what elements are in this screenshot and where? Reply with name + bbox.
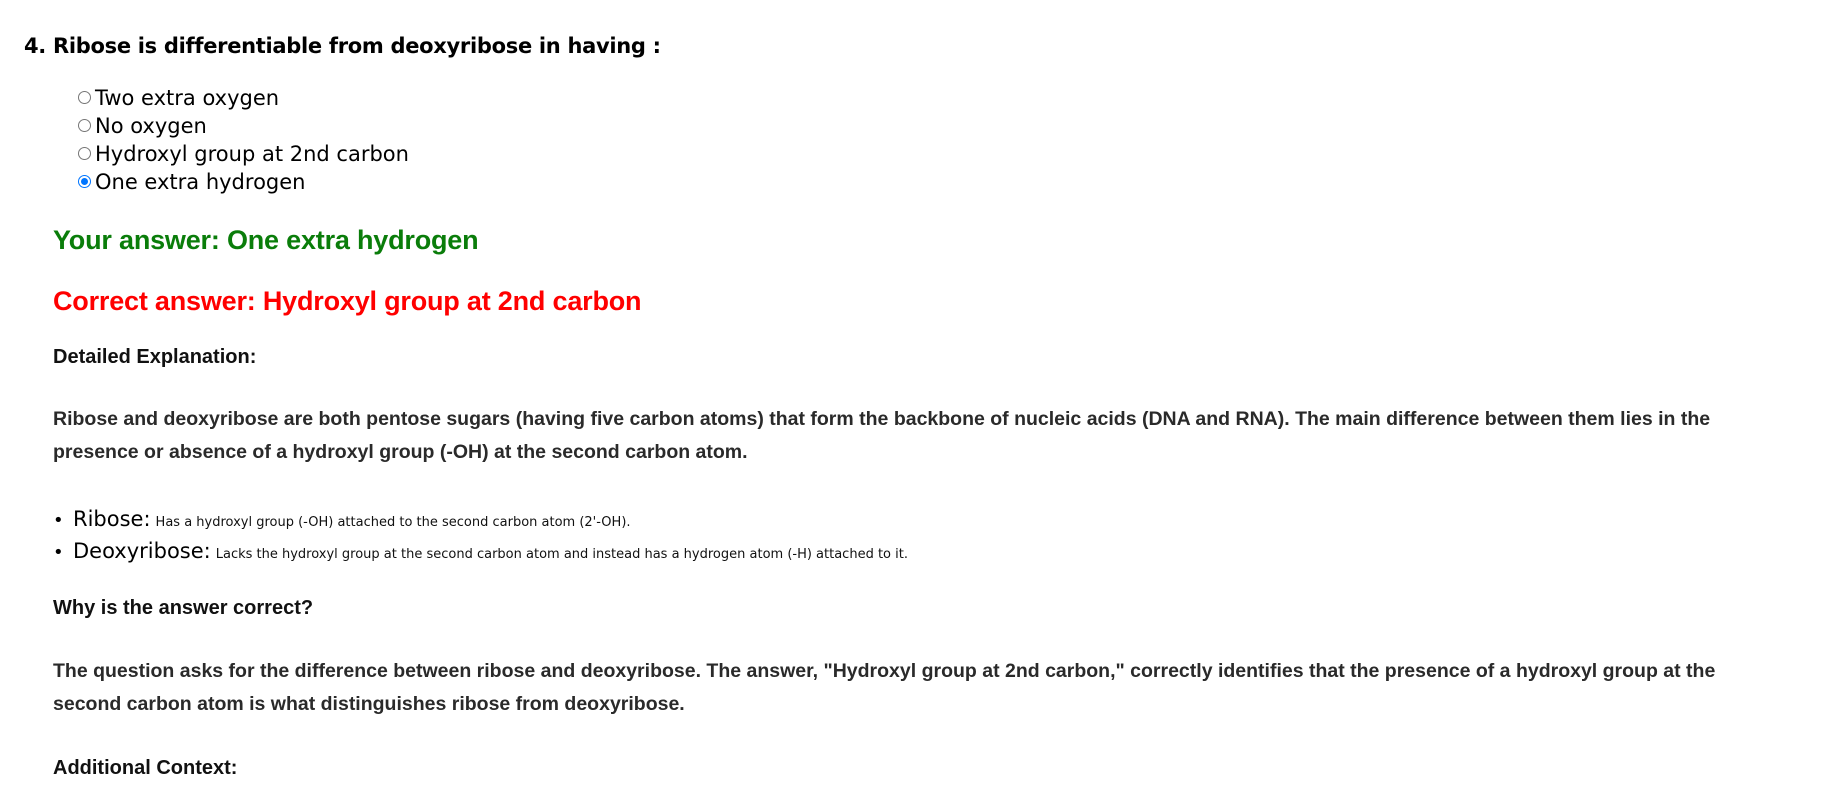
bullet-dot: •: [53, 542, 64, 563]
option-label: Two extra oxygen: [95, 86, 280, 110]
bullet-term: Deoxyribose:: [73, 539, 211, 563]
option-label: One extra hydrogen: [95, 170, 306, 194]
option-label: Hydroxyl group at 2nd carbon: [95, 142, 409, 166]
correct-answer-text: Correct answer: Hydroxyl group at 2nd ca…: [53, 286, 642, 316]
bullet-term: Ribose:: [73, 507, 151, 531]
option-one-extra-hydrogen[interactable]: One extra hydrogen: [78, 168, 409, 196]
explanation-heading: Detailed Explanation:: [53, 346, 257, 368]
bullet-dot: •: [53, 510, 64, 531]
bullet-description: Lacks the hydroxyl group at the second c…: [215, 547, 908, 562]
option-no-oxygen[interactable]: No oxygen: [78, 112, 409, 140]
option-two-extra-oxygen[interactable]: Two extra oxygen: [78, 84, 409, 112]
question-text: 4. Ribose is differentiable from deoxyri…: [24, 34, 661, 58]
your-answer-text: Your answer: One extra hydrogen: [53, 225, 479, 255]
bullet-description: Has a hydroxyl group (-OH) attached to t…: [155, 515, 631, 530]
explanation-bullets: • Ribose: Has a hydroxyl group (-OH) att…: [53, 507, 908, 571]
why-paragraph: The question asks for the difference bet…: [53, 660, 1716, 715]
additional-context-heading: Additional Context:: [53, 757, 238, 779]
radio-button[interactable]: [78, 146, 91, 160]
quiz-result-page: 4. Ribose is differentiable from deoxyri…: [0, 0, 1829, 802]
radio-button-selected[interactable]: [78, 174, 91, 188]
radio-button[interactable]: [78, 118, 91, 132]
answer-options: Two extra oxygen No oxygen Hydroxyl grou…: [78, 84, 409, 196]
option-hydroxyl-group[interactable]: Hydroxyl group at 2nd carbon: [78, 140, 409, 168]
explanation-paragraph: Ribose and deoxyribose are both pentose …: [53, 408, 1711, 463]
list-item: • Deoxyribose: Lacks the hydroxyl group …: [53, 539, 908, 571]
list-item: • Ribose: Has a hydroxyl group (-OH) att…: [53, 507, 908, 539]
why-heading: Why is the answer correct?: [53, 597, 314, 619]
option-label: No oxygen: [95, 114, 207, 138]
radio-button[interactable]: [78, 90, 91, 104]
